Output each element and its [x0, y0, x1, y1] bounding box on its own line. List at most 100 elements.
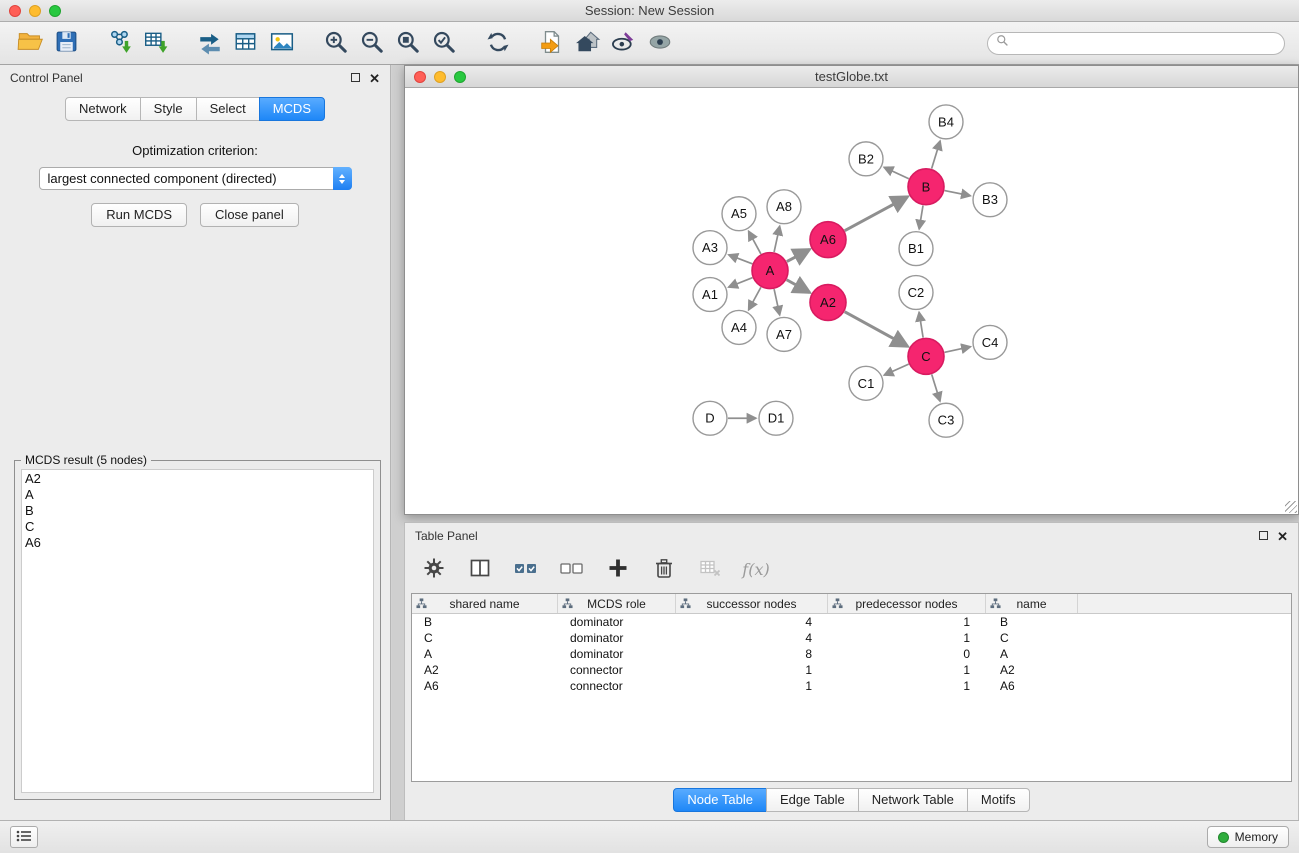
node-B[interactable]: B	[908, 169, 944, 205]
edge-A2-C[interactable]	[845, 312, 908, 347]
node-A8[interactable]: A8	[767, 190, 801, 224]
mcds-result-item[interactable]: A2	[25, 471, 370, 487]
edge-C-C2[interactable]	[919, 312, 923, 337]
table-settings-button[interactable]	[421, 556, 447, 582]
node-A7[interactable]: A7	[767, 317, 801, 351]
table-toolbar: f(x)	[405, 547, 1298, 591]
edge-B-B1[interactable]	[919, 206, 923, 229]
tab-motifs[interactable]: Motifs	[967, 788, 1030, 812]
hide-details-button[interactable]	[606, 25, 642, 61]
deselect-all-rows-button[interactable]	[559, 556, 585, 582]
node-A4[interactable]: A4	[722, 310, 756, 344]
table-row[interactable]: Cdominator41C	[412, 630, 1291, 646]
zoom-out-button[interactable]	[354, 25, 390, 61]
node-A2[interactable]: A2	[810, 285, 846, 321]
function-builder-button[interactable]: f(x)	[743, 556, 769, 582]
refresh-layout-button[interactable]	[480, 25, 516, 61]
float-table-panel-button[interactable]	[1259, 527, 1268, 545]
edge-A-A5[interactable]	[749, 231, 761, 254]
table-row[interactable]: A6connector11A6	[412, 678, 1291, 694]
node-C2[interactable]: C2	[899, 276, 933, 310]
criterion-select[interactable]: largest connected component (directed)	[39, 167, 352, 190]
node-B4[interactable]: B4	[929, 105, 963, 139]
resize-grip-icon[interactable]	[1285, 501, 1297, 513]
node-C4[interactable]: C4	[973, 325, 1007, 359]
float-panel-button[interactable]	[351, 69, 360, 87]
edge-A-A3[interactable]	[729, 255, 753, 264]
close-control-panel-button[interactable]: ✕	[369, 74, 380, 83]
node-C3[interactable]: C3	[929, 403, 963, 437]
network-canvas[interactable]: B4 B2 B B3 A8 A5 A6 B1 A3 A C2 A1 A2 A4 A7 C4 C C1 D D1 C3	[405, 88, 1298, 514]
edge-A-A1[interactable]	[729, 278, 753, 287]
table-row[interactable]: A2connector11A2	[412, 662, 1291, 678]
import-file-button[interactable]	[534, 25, 570, 61]
mcds-result-item[interactable]: A6	[25, 535, 370, 551]
show-details-button[interactable]	[642, 25, 678, 61]
add-column-button[interactable]	[605, 556, 631, 582]
delete-column-button[interactable]	[651, 556, 677, 582]
edge-C-C3[interactable]	[932, 374, 940, 401]
column-header-predecessor-nodes[interactable]: predecessor nodes	[828, 594, 986, 613]
node-C[interactable]: C	[908, 338, 944, 374]
mcds-result-item[interactable]: B	[25, 503, 370, 519]
node-D[interactable]: D	[693, 401, 727, 435]
edge-B-B3[interactable]	[945, 191, 971, 196]
edge-A6-B[interactable]	[845, 197, 908, 231]
edge-C-C4[interactable]	[945, 347, 971, 353]
edge-A-A2[interactable]	[787, 280, 810, 293]
column-header-mcds-role[interactable]: MCDS role	[558, 594, 676, 613]
tab-network[interactable]: Network	[65, 97, 141, 121]
zoom-in-icon	[323, 29, 349, 58]
edge-A-A4[interactable]	[749, 287, 761, 310]
save-session-button[interactable]	[48, 25, 84, 61]
memory-button[interactable]: Memory	[1207, 826, 1289, 848]
mcds-result-item[interactable]: C	[25, 519, 370, 535]
node-B1[interactable]: B1	[899, 232, 933, 266]
tab-style[interactable]: Style	[140, 97, 197, 121]
column-header-name[interactable]: name	[986, 594, 1078, 613]
column-header-successor-nodes[interactable]: successor nodes	[676, 594, 828, 613]
edge-B-B4[interactable]	[932, 141, 941, 169]
zoom-in-button[interactable]	[318, 25, 354, 61]
node-A[interactable]: A	[752, 253, 788, 289]
run-mcds-button[interactable]: Run MCDS	[91, 203, 187, 227]
mcds-result-item[interactable]: A	[25, 487, 370, 503]
node-C1[interactable]: C1	[849, 366, 883, 400]
tab-select[interactable]: Select	[196, 97, 260, 121]
edge-A-A8[interactable]	[774, 226, 780, 252]
node-D1[interactable]: D1	[759, 401, 793, 435]
export-image-button[interactable]	[264, 25, 300, 61]
export-table-button[interactable]	[228, 25, 264, 61]
node-B2[interactable]: B2	[849, 142, 883, 176]
zoom-selected-button[interactable]	[426, 25, 462, 61]
close-panel-button[interactable]: Close panel	[200, 203, 299, 227]
close-table-panel-button[interactable]: ✕	[1277, 532, 1288, 541]
select-all-rows-button[interactable]	[513, 556, 539, 582]
edge-A-A6[interactable]	[787, 250, 810, 262]
open-file-button[interactable]	[12, 25, 48, 61]
node-A5[interactable]: A5	[722, 197, 756, 231]
tab-node-table[interactable]: Node Table	[673, 788, 767, 812]
export-network-button[interactable]	[192, 25, 228, 61]
home-button[interactable]	[570, 25, 606, 61]
toggle-columns-button[interactable]	[467, 556, 493, 582]
import-table-button[interactable]	[138, 25, 174, 61]
tab-network-table[interactable]: Network Table	[858, 788, 968, 812]
import-network-button[interactable]	[102, 25, 138, 61]
table-row[interactable]: Bdominator41B	[412, 614, 1291, 630]
tab-edge-table[interactable]: Edge Table	[766, 788, 859, 812]
tab-mcds[interactable]: MCDS	[259, 97, 325, 121]
show-panels-button[interactable]	[10, 826, 38, 848]
search-input[interactable]	[1014, 36, 1276, 50]
edge-A-A7[interactable]	[774, 289, 780, 315]
mcds-result-list[interactable]: A2ABCA6	[21, 469, 374, 793]
column-header-shared-name[interactable]: shared name	[412, 594, 558, 613]
zoom-fit-button[interactable]	[390, 25, 426, 61]
node-A1[interactable]: A1	[693, 278, 727, 312]
node-B3[interactable]: B3	[973, 183, 1007, 217]
table-row[interactable]: Adominator80A	[412, 646, 1291, 662]
node-A3[interactable]: A3	[693, 231, 727, 265]
node-A6[interactable]: A6	[810, 222, 846, 258]
edge-C-C1[interactable]	[884, 364, 909, 375]
edge-B-B2[interactable]	[884, 167, 909, 178]
